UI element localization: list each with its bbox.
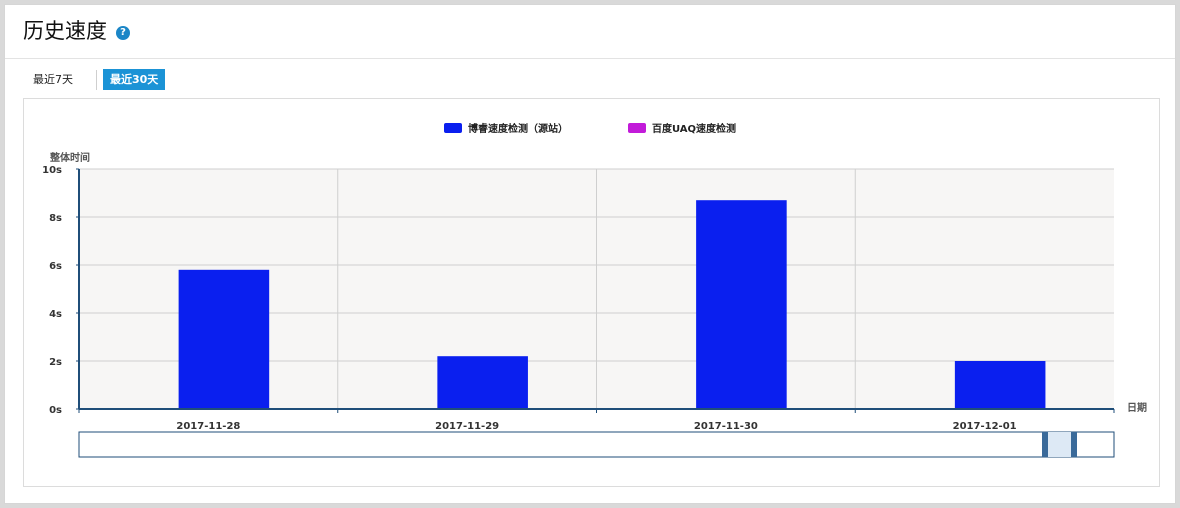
y-tick-label: 10s bbox=[42, 165, 62, 176]
history-speed-panel: 历史速度 ? 最近7天 最近30天 0s 2s 4s 6s 8s 10s 2017-11-2… bbox=[4, 4, 1176, 504]
x-tick-label: 2017-11-28 bbox=[176, 421, 240, 432]
y-tick-label: 0s bbox=[49, 405, 62, 416]
bar-2017-11-28-series-0[interactable] bbox=[178, 269, 270, 409]
panel-header: 历史速度 ? bbox=[5, 5, 1175, 59]
x-tick-label: 2017-11-29 bbox=[435, 421, 499, 432]
legend-swatch-0[interactable] bbox=[444, 123, 462, 133]
chart-container: 0s 2s 4s 6s 8s 10s 2017-11-28 2017-11-29 2017-11… bbox=[23, 98, 1160, 487]
legend-label-0: 博睿速度检测（源站） bbox=[468, 122, 568, 135]
y-tick-label: 4s bbox=[49, 309, 62, 320]
tab-divider bbox=[96, 70, 97, 90]
y-axis-title: 整体时间 bbox=[49, 151, 90, 164]
y-tick-label: 2s bbox=[49, 357, 62, 368]
page-title: 历史速度 bbox=[23, 19, 107, 43]
legend-label-1: 百度UAQ速度检测 bbox=[652, 122, 736, 135]
bar-2017-11-30-series-0[interactable] bbox=[696, 200, 787, 409]
tab-last-30-days[interactable]: 最近30天 bbox=[103, 69, 166, 90]
speed-bar-chart: 0s 2s 4s 6s 8s 10s 2017-11-28 2017-11-29 2017-11… bbox=[42, 122, 1147, 458]
y-tick-label: 6s bbox=[49, 261, 62, 272]
x-tick-label: 2017-12-01 bbox=[953, 421, 1017, 432]
y-tick-label: 8s bbox=[49, 213, 62, 224]
bar-2017-11-29-series-0[interactable] bbox=[437, 356, 528, 409]
tab-last-7-days[interactable]: 最近7天 bbox=[26, 69, 80, 90]
x-axis-title: 日期 bbox=[1127, 401, 1147, 414]
range-navigator[interactable] bbox=[78, 431, 1115, 458]
legend-swatch-1[interactable] bbox=[628, 123, 646, 133]
x-tick-label: 2017-11-30 bbox=[694, 421, 758, 432]
range-handle-left[interactable] bbox=[1042, 432, 1048, 457]
help-icon[interactable]: ? bbox=[116, 26, 130, 40]
bar-2017-12-01-series-0[interactable] bbox=[954, 361, 1046, 409]
range-handle-right[interactable] bbox=[1071, 432, 1077, 457]
